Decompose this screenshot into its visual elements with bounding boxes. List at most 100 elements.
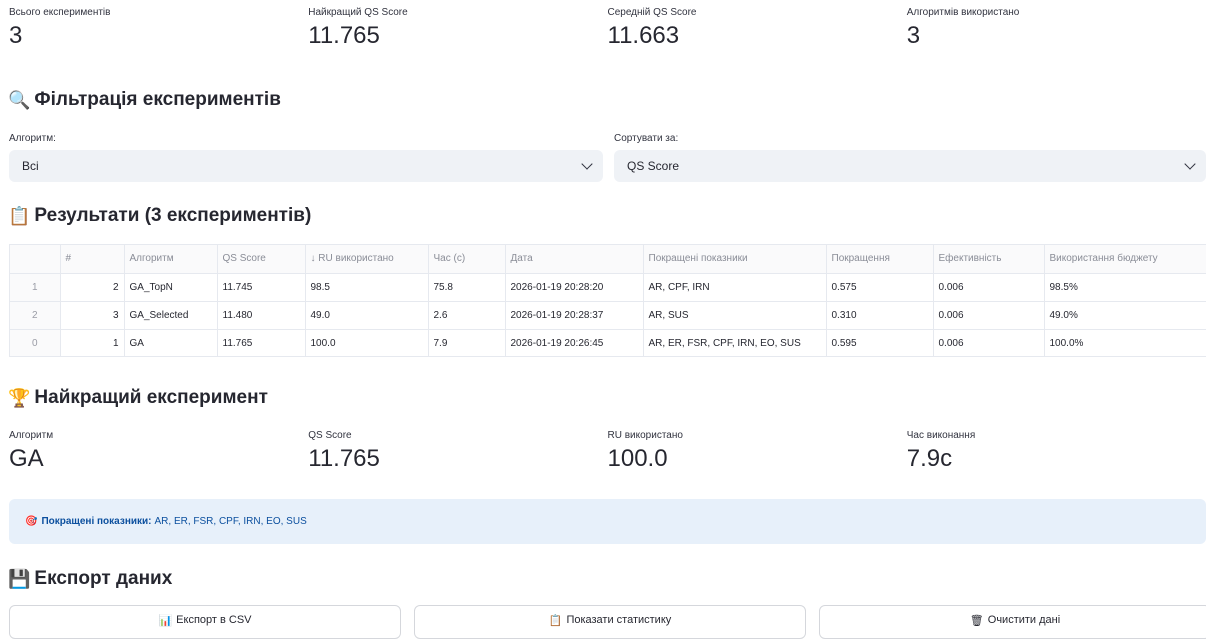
cell-algorithm: GA_TopN (124, 273, 218, 302)
sort-select-label: Сортувати за: (614, 133, 679, 144)
metric-algorithms-used: Алгоритмів використано 3 (907, 7, 1206, 51)
metric-label: Середній QS Score (607, 7, 697, 18)
column-header-algorithm[interactable]: Алгоритм (124, 245, 218, 274)
cell-efficiency: 0.006 (933, 273, 1045, 302)
sort-select-value: QS Score (627, 159, 680, 173)
column-header-index (10, 245, 61, 274)
table-row[interactable]: 1 2 GA_TopN 11.745 98.5 75.8 2026-01-19 … (10, 273, 1206, 302)
best-experiment-title: Найкращий експеримент (34, 387, 268, 408)
cell-improvement: 0.595 (826, 329, 934, 356)
best-metric-run-time: Час виконання 7.9с (907, 430, 1206, 474)
cell-date: 2026-01-19 20:28:20 (505, 273, 644, 302)
column-header-improvement[interactable]: Покращення (826, 245, 934, 274)
clipboard-icon: 📋 (8, 205, 31, 226)
export-title: Експорт даних (34, 568, 173, 589)
filter-heading: 🔍 Фільтрація експериментів (8, 89, 281, 111)
cell-time: 7.9 (428, 329, 506, 356)
cell-algorithm: GA (124, 329, 218, 356)
cell-ru-used: 100.0 (305, 329, 429, 356)
cell-ru-used: 98.5 (305, 273, 429, 302)
filter-title: Фільтрація експериментів (34, 89, 281, 110)
metric-value: 7.9с (906, 445, 953, 472)
cell-algorithm: GA_Selected (124, 301, 218, 330)
results-title: Результати (3 експериментів) (34, 205, 312, 226)
cell-efficiency: 0.006 (933, 301, 1045, 330)
column-header-efficiency[interactable]: Ефективність (933, 245, 1045, 274)
best-experiment-heading: 🏆 Найкращий експеримент (8, 387, 268, 409)
cell-time: 75.8 (428, 273, 506, 302)
column-header-date[interactable]: Дата (505, 245, 644, 274)
floppy-disk-icon: 💾 (8, 568, 31, 589)
algorithm-select-value: Всі (22, 159, 39, 173)
cell-improvement: 0.310 (826, 301, 934, 330)
table-row[interactable]: 2 3 GA_Selected 11.480 49.0 2.6 2026-01-… (10, 301, 1206, 330)
cell-improved-metrics: AR, ER, FSR, CPF, IRN, EO, SUS (643, 329, 827, 356)
cell-time: 2.6 (428, 301, 506, 330)
cell-budget-usage: 100.0% (1044, 329, 1206, 356)
metric-total-experiments: Всього експериментів 3 (9, 7, 308, 51)
metric-avg-qs: Середній QS Score 11.663 (608, 7, 907, 51)
algorithm-select-label: Алгоритм: (9, 133, 56, 144)
metric-value: 11.765 (308, 22, 380, 49)
results-heading: 📋 Результати (3 експериментів) (8, 205, 311, 227)
column-header-time[interactable]: Час (с) (428, 245, 506, 274)
magnifier-icon: 🔍 (8, 89, 31, 110)
best-experiment-metrics: Алгоритм GA QS Score 11.765 RU використа… (9, 430, 1206, 474)
cell-improvement: 0.575 (826, 273, 934, 302)
button-label: Показати статистику (566, 614, 672, 626)
best-metric-qs-score: QS Score 11.765 (308, 430, 607, 474)
cell-date: 2026-01-19 20:28:37 (505, 301, 644, 330)
metric-value: 11.663 (607, 22, 680, 49)
target-icon: 🎯 (25, 516, 38, 527)
metric-label: QS Score (308, 430, 352, 441)
row-index: 2 (10, 301, 61, 330)
cell-ru-used: 49.0 (305, 301, 429, 330)
column-header-number[interactable]: # (60, 245, 125, 274)
trophy-icon: 🏆 (8, 387, 31, 408)
column-header-ru-used[interactable]: ↓ RU використано (305, 245, 429, 274)
table-header-row: # Алгоритм QS Score ↓ RU використано Час… (10, 245, 1206, 274)
metric-value: 3 (9, 22, 23, 49)
info-value: AR, ER, FSR, CPF, IRN, EO, SUS (154, 516, 307, 527)
metric-best-qs: Найкращий QS Score 11.765 (308, 7, 607, 51)
cell-number: 2 (60, 273, 125, 302)
cell-budget-usage: 98.5% (1044, 273, 1206, 302)
metric-label: Алгоритмів використано (906, 7, 1020, 18)
column-header-budget-usage[interactable]: Використання бюджету (1044, 245, 1206, 274)
metric-label: Найкращий QS Score (308, 7, 408, 18)
cell-improved-metrics: AR, SUS (643, 301, 827, 330)
row-index: 1 (10, 273, 61, 302)
bar-chart-icon: 📊 (158, 615, 173, 627)
table-row[interactable]: 0 1 GA 11.765 100.0 7.9 2026-01-19 20:26… (10, 329, 1206, 356)
metric-value: GA (9, 445, 44, 472)
improved-metrics-info-box: 🎯 Покращені показники: AR, ER, FSR, CPF,… (9, 499, 1206, 544)
cell-budget-usage: 49.0% (1044, 301, 1206, 330)
metric-value: 11.765 (308, 445, 380, 472)
trash-icon: 🗑 (969, 615, 984, 627)
sort-select[interactable]: QS Score (614, 150, 1206, 182)
cell-number: 1 (60, 329, 125, 356)
cell-qs-score: 11.480 (217, 301, 306, 330)
metric-label: RU використано (607, 430, 683, 441)
clipboard-icon: 📋 (548, 615, 563, 627)
cell-qs-score: 11.745 (217, 273, 306, 302)
cell-number: 3 (60, 301, 125, 330)
button-label: Експорт в CSV (176, 614, 252, 626)
results-table[interactable]: # Алгоритм QS Score ↓ RU використано Час… (9, 244, 1206, 357)
metric-label: Алгоритм (9, 430, 54, 441)
metric-value: 3 (906, 22, 921, 49)
column-header-improved-metrics[interactable]: Покращені показники (643, 245, 827, 274)
best-metric-algorithm: Алгоритм GA (9, 430, 308, 474)
algorithm-select[interactable]: Всі (9, 150, 603, 182)
metric-label: Всього експериментів (9, 7, 111, 18)
best-metric-ru-used: RU використано 100.0 (608, 430, 907, 474)
row-index: 0 (10, 329, 61, 356)
column-header-qs-score[interactable]: QS Score (217, 245, 306, 274)
cell-improved-metrics: AR, CPF, IRN (643, 273, 827, 302)
export-heading: 💾 Експорт даних (8, 568, 172, 590)
chevron-down-icon (581, 158, 593, 170)
metric-label: Час виконання (906, 430, 976, 441)
info-label: Покращені показники: (41, 516, 152, 527)
cell-qs-score: 11.765 (217, 329, 306, 356)
cell-efficiency: 0.006 (933, 329, 1045, 356)
